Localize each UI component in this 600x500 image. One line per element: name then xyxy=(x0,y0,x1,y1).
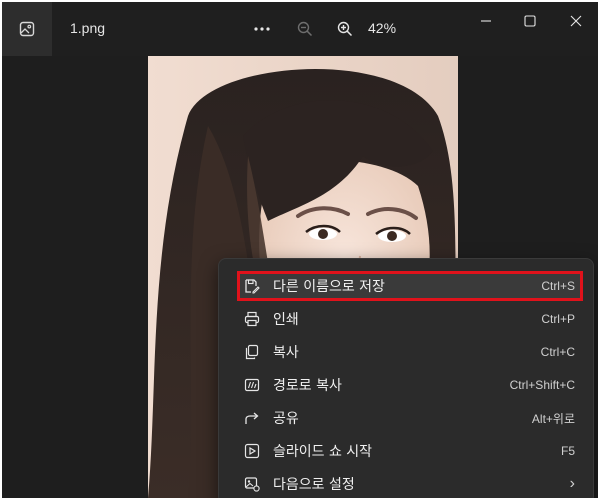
share-icon xyxy=(241,407,263,429)
set-as-icon xyxy=(241,473,263,495)
zoom-level[interactable]: 42% xyxy=(368,20,396,36)
copy-icon xyxy=(241,341,263,363)
menu-item-share[interactable]: 공유 Alt+위로 xyxy=(237,403,579,433)
maximize-button[interactable] xyxy=(510,8,550,34)
slideshow-icon xyxy=(241,440,263,462)
zoom-out-icon xyxy=(297,21,313,37)
menu-item-set-as[interactable]: 다음으로 설정 › xyxy=(237,469,579,498)
app-icon-button[interactable] xyxy=(2,2,52,56)
menu-item-label: 경로로 복사 xyxy=(273,378,342,394)
maximize-icon xyxy=(524,15,536,27)
close-icon xyxy=(570,15,582,27)
context-menu: 다른 이름으로 저장 Ctrl+S 인쇄 Ctrl+P 복사 Ctrl+C 경로… xyxy=(218,258,594,498)
zoom-in-icon xyxy=(337,21,353,37)
menu-item-label: 복사 xyxy=(273,345,299,361)
menu-item-label: 슬라이드 쇼 시작 xyxy=(273,444,373,460)
more-options-button[interactable] xyxy=(248,16,276,42)
menu-item-shortcut: Ctrl+C xyxy=(540,345,575,359)
title-bar: 1.png 42% xyxy=(2,2,598,56)
menu-item-save-as[interactable]: 다른 이름으로 저장 Ctrl+S xyxy=(237,271,579,301)
menu-item-print[interactable]: 인쇄 Ctrl+P xyxy=(237,304,579,334)
menu-item-label: 인쇄 xyxy=(273,312,299,328)
more-dots-icon xyxy=(254,27,270,31)
submenu-chevron-icon: › xyxy=(569,475,575,492)
menu-item-shortcut: Ctrl+P xyxy=(541,312,575,326)
menu-item-label: 다음으로 설정 xyxy=(273,477,355,493)
close-button[interactable] xyxy=(556,8,596,34)
print-icon xyxy=(241,308,263,330)
photos-window: 1.png 42% 다른 이름으로 저장 Ctrl+S 인쇄 Ctrl+P 복사… xyxy=(2,2,598,498)
copy-path-icon xyxy=(241,374,263,396)
menu-item-shortcut: Ctrl+Shift+C xyxy=(509,378,575,392)
menu-item-copy-path[interactable]: 경로로 복사 Ctrl+Shift+C xyxy=(237,370,579,400)
menu-item-shortcut: Alt+위로 xyxy=(531,411,575,426)
file-name: 1.png xyxy=(70,20,106,36)
zoom-in-button[interactable] xyxy=(332,16,358,42)
zoom-out-button[interactable] xyxy=(292,16,318,42)
menu-item-label: 다른 이름으로 저장 xyxy=(273,279,385,295)
menu-item-copy[interactable]: 복사 Ctrl+C xyxy=(237,337,579,367)
minimize-icon xyxy=(481,20,491,22)
menu-item-shortcut: Ctrl+S xyxy=(541,279,575,293)
menu-item-label: 공유 xyxy=(273,411,299,427)
save-as-icon xyxy=(241,275,263,297)
menu-item-slideshow[interactable]: 슬라이드 쇼 시작 F5 xyxy=(237,436,579,466)
minimize-button[interactable] xyxy=(466,8,506,34)
image-icon xyxy=(19,21,35,37)
menu-item-shortcut: F5 xyxy=(560,444,575,458)
